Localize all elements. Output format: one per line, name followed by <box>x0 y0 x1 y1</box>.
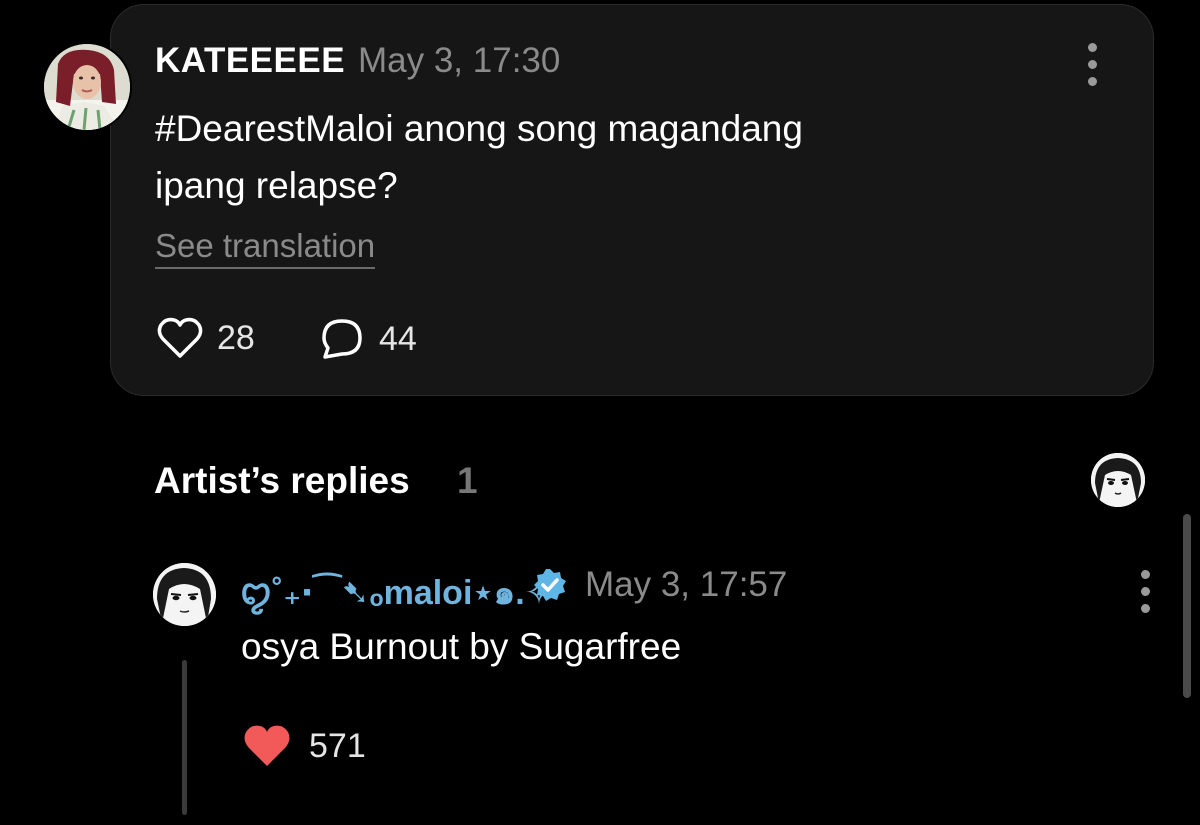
post-card[interactable]: KATEEEEE May 3, 17:30 #DearestMaloi anon… <box>42 4 1154 396</box>
post-author-avatar[interactable] <box>42 42 132 132</box>
post-author-name[interactable]: KATEEEEE <box>155 41 345 81</box>
post-timestamp: May 3, 17:30 <box>358 41 561 80</box>
reply-timestamp: May 3, 17:57 <box>585 565 788 604</box>
dot-icon <box>1087 60 1097 69</box>
like-button[interactable]: 28 <box>157 317 255 359</box>
reply-text: osya Burnout by Sugarfree <box>241 626 682 667</box>
dot-icon <box>1087 77 1097 86</box>
thread-line <box>182 660 187 815</box>
post-text-line: ipang relapse? <box>155 165 398 206</box>
heart-outline-icon <box>157 317 203 358</box>
comment-button[interactable]: 44 <box>319 317 417 361</box>
dot-icon <box>1140 604 1150 613</box>
reply-like-button[interactable]: 571 <box>243 724 366 768</box>
scrollbar[interactable] <box>1183 514 1191 698</box>
like-count: 28 <box>217 318 255 357</box>
dot-icon <box>1087 43 1097 52</box>
reply-like-count: 571 <box>309 726 366 765</box>
comment-count: 44 <box>379 319 417 358</box>
see-translation-link[interactable]: See translation <box>155 227 376 269</box>
post-author-avatar-image <box>44 44 130 130</box>
reply-more-options-button[interactable] <box>1140 570 1150 613</box>
artist-replies-count: 1 <box>457 460 478 501</box>
app-screen: KATEEEEE May 3, 17:30 #DearestMaloi anon… <box>0 0 1200 825</box>
artist-avatar-small-image <box>1091 453 1145 507</box>
verified-badge-icon <box>534 569 566 601</box>
reply-author-avatar[interactable] <box>153 563 216 626</box>
speech-bubble-icon <box>322 319 362 359</box>
reply-author-avatar-image <box>153 563 216 626</box>
artist-replies-title: Artist’s replies <box>154 460 410 501</box>
artist-avatar-small[interactable] <box>1091 453 1145 507</box>
heart-filled-icon <box>244 725 290 766</box>
post-text-line: #DearestMaloi anong song magandang <box>155 108 803 149</box>
reply-author-name[interactable]: ꨄ˚₊‧⁀➷ₒmaloi⋆๑.✧˚ <box>240 565 565 619</box>
dot-icon <box>1140 570 1150 579</box>
post-text: #DearestMaloi anong song magandang ipang… <box>155 100 975 214</box>
post-more-options-button[interactable] <box>1087 43 1097 86</box>
dot-icon <box>1140 587 1150 596</box>
